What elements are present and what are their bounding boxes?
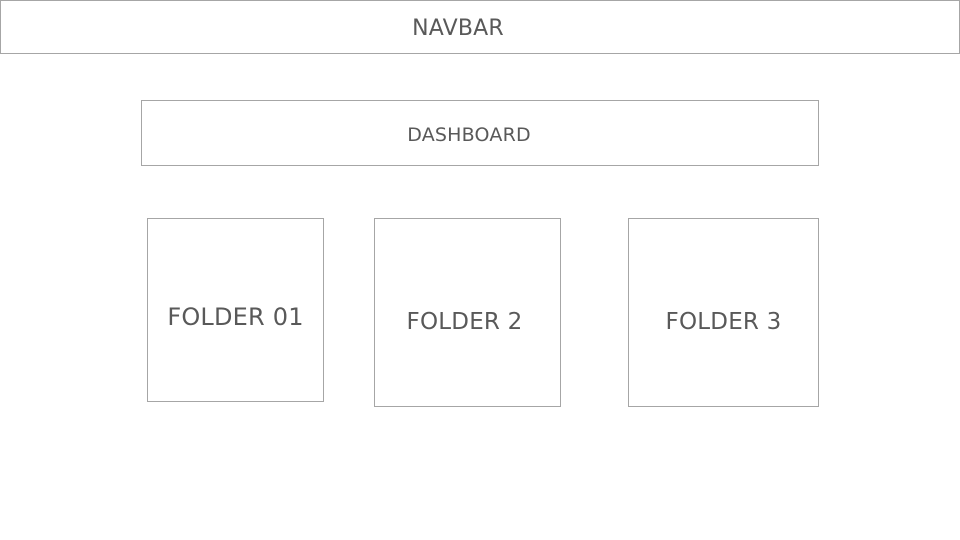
dashboard-label: DASHBOARD bbox=[407, 124, 531, 146]
folder-label: FOLDER 2 bbox=[406, 308, 523, 335]
folder-label: FOLDER 01 bbox=[167, 303, 304, 331]
folder-label: FOLDER 3 bbox=[665, 308, 782, 335]
dashboard-header[interactable]: DASHBOARD bbox=[141, 100, 819, 166]
navbar[interactable]: NAVBAR bbox=[0, 0, 960, 54]
folder-card-01[interactable]: FOLDER 01 bbox=[147, 218, 324, 402]
navbar-label: NAVBAR bbox=[412, 15, 504, 41]
wireframe-page: NAVBAR DASHBOARD FOLDER 01 FOLDER 2 FOLD… bbox=[0, 0, 960, 540]
folder-card-2[interactable]: FOLDER 2 bbox=[374, 218, 561, 407]
folder-card-3[interactable]: FOLDER 3 bbox=[628, 218, 819, 407]
